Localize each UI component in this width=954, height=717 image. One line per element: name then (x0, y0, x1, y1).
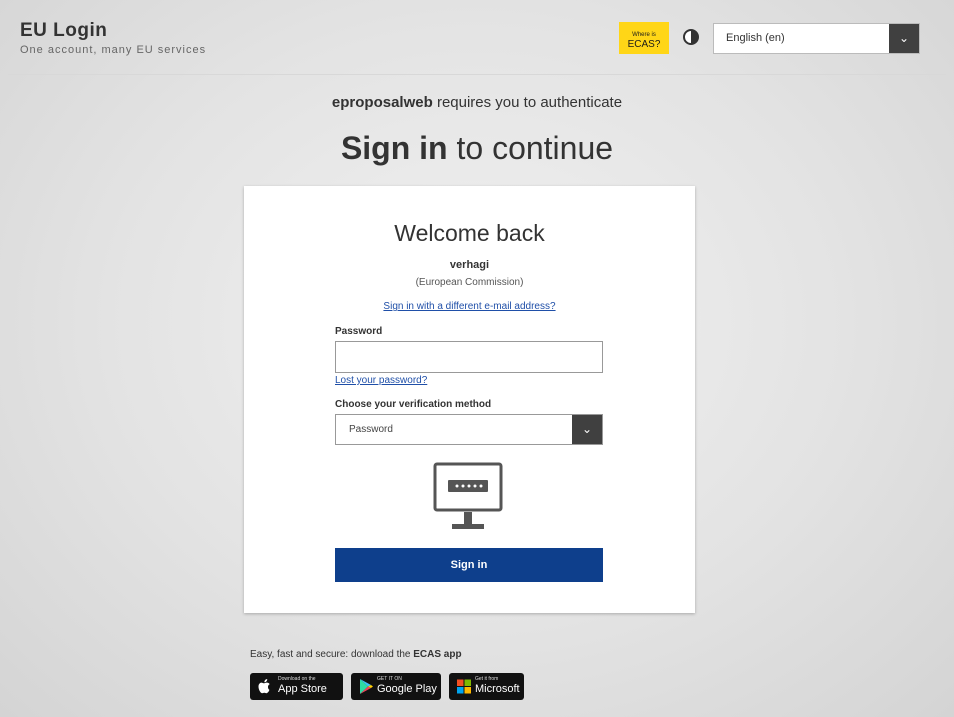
password-monitor-icon (433, 462, 503, 529)
where-is-ecas-line2: ECAS? (627, 38, 661, 50)
google-play-badge[interactable]: GET IT ON Google Play (351, 673, 441, 700)
verification-method-value: Password (349, 424, 393, 435)
microsoft-store-badge[interactable]: Get it from Microsoft (449, 673, 524, 700)
ecas-app-promo-text: Easy, fast and secure: download the (250, 649, 414, 660)
google-play-small-text: GET IT ON (377, 676, 402, 682)
different-email-link[interactable]: Sign in with a different e-mail address? (244, 301, 695, 312)
app-store-small-text: Download on the (278, 676, 316, 682)
password-input[interactable] (335, 341, 603, 373)
organisation: (European Commission) (415, 277, 524, 288)
verification-method-select[interactable]: Password ⌄ (335, 414, 603, 445)
chevron-down-icon: ⌄ (572, 415, 602, 444)
app-store-label: App Store (278, 683, 327, 695)
apple-icon (258, 679, 270, 694)
ecas-app-name: ECAS app (413, 649, 462, 660)
welcome-heading: Welcome back (394, 220, 545, 246)
username: verhagi (449, 259, 490, 271)
requires-auth-text: requires you to authenticate (432, 94, 623, 111)
microsoft-icon (457, 679, 471, 694)
microsoft-store-label: Microsoft (475, 683, 520, 695)
contrast-toggle-icon[interactable] (683, 29, 699, 45)
authentication-required-text: eproposalweb requires you to authenticat… (0, 94, 954, 111)
header: EU Login One account, many EU services W… (8, 8, 946, 75)
app-store-badge[interactable]: Download on the App Store (250, 673, 343, 700)
page-title-rest: to continue (447, 130, 614, 166)
page-title: Sign in to continue (0, 130, 954, 167)
language-select[interactable]: English (en) ⌄ (713, 23, 920, 54)
app-title: EU Login (20, 20, 108, 41)
verification-method-label: Choose your verification method (335, 399, 492, 410)
login-card: Welcome back verhagi (European Commissio… (244, 186, 695, 613)
requesting-app-name: eproposalweb (331, 94, 433, 111)
language-select-value: English (en) (726, 32, 785, 44)
google-play-label: Google Play (377, 683, 437, 695)
page-title-bold: Sign in (340, 130, 448, 166)
where-is-ecas-button[interactable]: Where is ECAS? (619, 22, 669, 54)
where-is-ecas-line1: Where is (632, 31, 656, 38)
app-subtitle: One account, many EU services (20, 44, 207, 56)
chevron-down-icon: ⌄ (889, 24, 919, 53)
lost-password-link[interactable]: Lost your password? (335, 375, 427, 386)
microsoft-store-small-text: Get it from (475, 676, 499, 682)
password-label: Password (335, 326, 383, 337)
sign-in-button[interactable]: Sign in (335, 548, 603, 582)
google-play-icon (360, 679, 373, 694)
ecas-app-promo: Easy, fast and secure: download the ECAS… (250, 649, 462, 660)
